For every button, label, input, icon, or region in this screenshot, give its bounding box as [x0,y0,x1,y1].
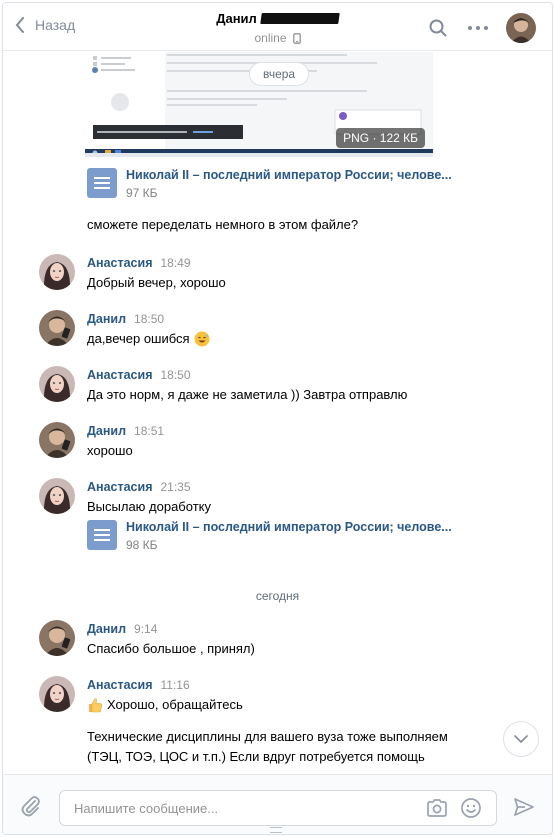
message-composer [3,774,552,834]
avatar-anastasia[interactable] [39,478,75,514]
resize-handle[interactable] [270,827,282,833]
day-pill-yesterday: вчера [249,62,310,86]
sweat-smile-emoji-icon [194,331,210,347]
avatar-danil[interactable] [39,422,75,458]
message-text: Высылаю доработку [87,499,211,514]
message-list[interactable]: PNG · 122 КБ вчера Николай II – последни… [3,52,552,774]
message-author[interactable]: Данил [87,424,126,438]
more-dots-icon [468,26,488,30]
header-avatar[interactable] [506,13,536,43]
smile-icon [461,798,481,818]
message-item: Анастасия 18:50 Да это норм, я даже не за… [39,366,407,404]
attach-button[interactable] [21,795,41,820]
message-text-row: Хорошо, обращайтесь [87,696,243,714]
message-time[interactable]: 18:49 [161,256,191,270]
avatar-danil[interactable] [39,620,75,656]
scroll-down-button[interactable] [503,721,539,757]
camera-button[interactable] [426,798,448,821]
chevron-down-icon [514,735,528,743]
message-text-line: Технические дисциплины для вашего вуза т… [87,729,448,744]
thumbs-up-emoji-icon [89,698,103,713]
more-button[interactable] [466,16,490,40]
send-icon [514,798,534,816]
message-time[interactable]: 9:14 [134,622,157,636]
message-item: Данил 18:51 хорошо [39,422,164,460]
document-name[interactable]: Николай II – последний император России;… [126,168,452,182]
message-item: Анастасия 11:16 Хорошо, обращайтесь [39,676,243,714]
day-separator: сегодня [255,589,300,603]
message-time[interactable]: 18:51 [134,424,164,438]
message-input[interactable] [60,791,400,825]
message-author[interactable]: Анастасия [87,480,153,494]
message-text-line: (ТЭЦ, ТОЭ, ЦОС и т.п.) Если вдруг потреб… [87,749,425,764]
avatar-danil[interactable] [39,310,75,346]
message-item: Данил 9:14 Спасибо большое , принял) [39,620,255,658]
mobile-phone-icon [292,32,301,44]
message-author[interactable]: Анастасия [87,678,153,692]
emoji-button[interactable] [460,797,482,822]
avatar-anastasia[interactable] [39,676,75,712]
message-time[interactable]: 21:35 [161,480,191,494]
document-attachment[interactable]: Николай II – последний император России;… [87,520,452,552]
avatar-anastasia[interactable] [39,254,75,290]
message-text: сможете переделать немного в этом файле? [87,217,359,232]
document-name[interactable]: Николай II – последний император России;… [126,520,452,534]
camera-icon [427,799,447,817]
message-author[interactable]: Анастасия [87,256,153,270]
message-time[interactable]: 18:50 [134,312,164,326]
redacted-surname [260,13,340,24]
message-time[interactable]: 18:50 [161,368,191,382]
message-text: хорошо [87,443,133,458]
message-text-row: да,вечер ошибся [87,330,210,348]
message-author[interactable]: Анастасия [87,368,153,382]
contact-name[interactable]: Данил [216,11,257,26]
message-input-box [59,790,497,826]
message-text: Да это норм, я даже не заметила )) Завтр… [87,387,408,402]
status-text: online [254,31,287,45]
message-text: да,вечер ошибся [87,331,190,346]
image-badge: PNG · 122 КБ [336,128,425,148]
document-size: 98 КБ [126,538,158,552]
message-text: Спасибо большое , принял) [87,641,255,656]
document-icon[interactable] [87,168,117,198]
avatar-anastasia[interactable] [39,366,75,402]
message-item: Анастасия 18:49 Добрый вечер, хорошо [39,254,226,292]
document-size: 97 КБ [126,186,158,200]
message-text: Добрый вечер, хорошо [87,275,226,290]
search-button[interactable] [426,16,450,40]
paperclip-icon [21,796,40,817]
message-text-multiline: Технические дисциплины для вашего вуза т… [87,727,448,767]
send-button[interactable] [513,797,535,820]
document-icon[interactable] [87,520,117,550]
document-attachment[interactable]: Николай II – последний император России;… [87,168,452,200]
message-text: Хорошо, обращайтесь [107,697,243,712]
message-time[interactable]: 11:16 [161,678,190,692]
search-icon [429,19,447,37]
message-item: Данил 18:50 да,вечер ошибся [39,310,210,348]
chat-header: Назад Данил online [3,3,552,51]
message-author[interactable]: Данил [87,622,126,636]
message-item: Анастасия 21:35 Высылаю доработку [39,478,211,516]
chat-window: Назад Данил online PNG · 122 КБ вчера Ни… [2,2,553,835]
message-author[interactable]: Данил [87,312,126,326]
